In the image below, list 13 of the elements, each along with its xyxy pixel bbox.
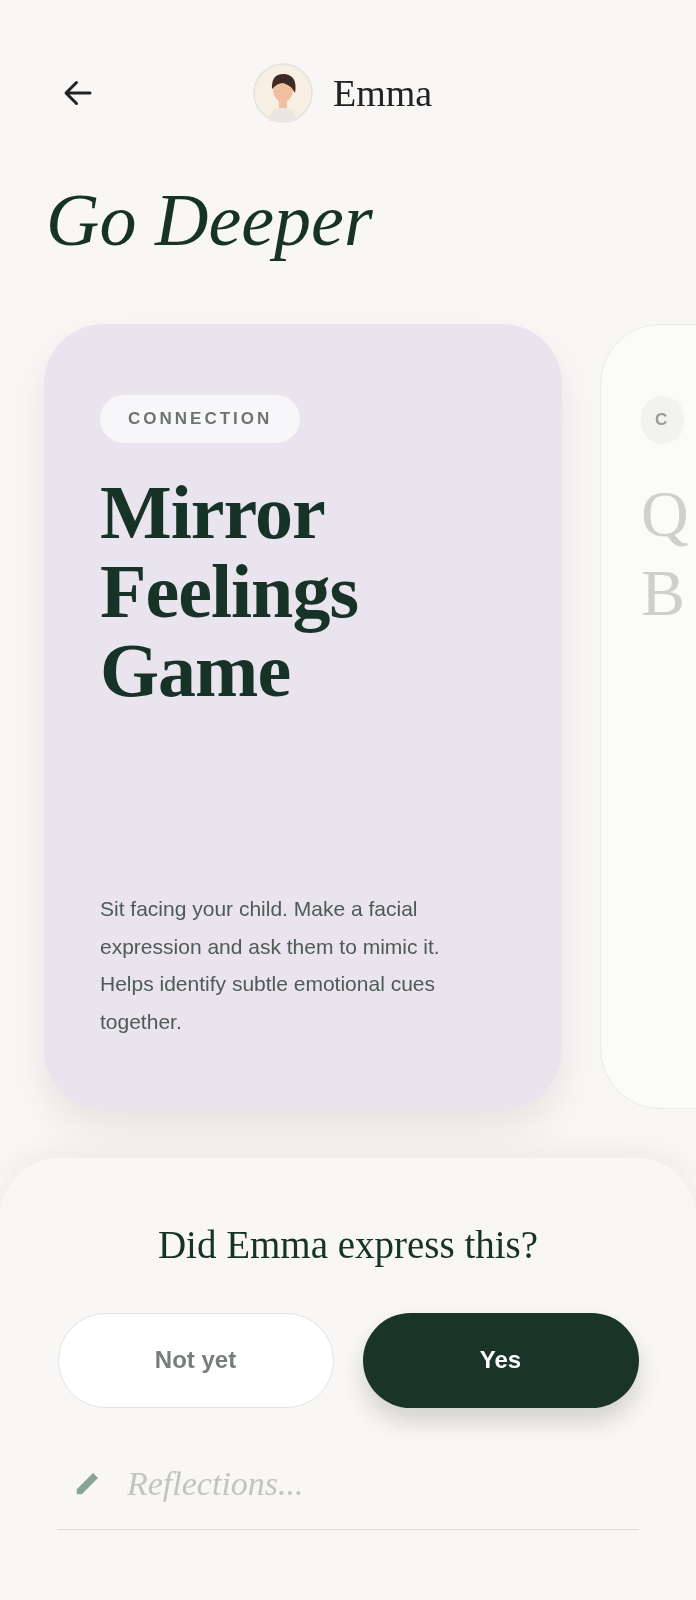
- card-title: Game: [100, 631, 291, 710]
- card-description: Sit facing your child. Make a facial expression and ask them to mimic it. Helps identify subtle emotional cues together.: [100, 896, 441, 1035]
- answer-button[interactable]: Not yet: [57, 1312, 334, 1408]
- card-title: Feelings: [100, 552, 358, 631]
- activity-card[interactable]: CONNECTION Mirror Feelings Game Sit facing your child. Make a facial expression and ask them to mimic it. Helps identify subtle emotional cues together.: [44, 324, 562, 1109]
- question: Did Emma express this?: [157, 1222, 539, 1269]
- page-title: Go Deeper: [46, 178, 373, 263]
- card-title: Mirror: [100, 473, 325, 552]
- child-name: Emma: [333, 70, 433, 116]
- answer-button[interactable]: Yes: [362, 1312, 639, 1408]
- avatar: [253, 63, 313, 123]
- category-tag: CONNECTION: [100, 395, 301, 443]
- category-tag: C: [641, 396, 685, 444]
